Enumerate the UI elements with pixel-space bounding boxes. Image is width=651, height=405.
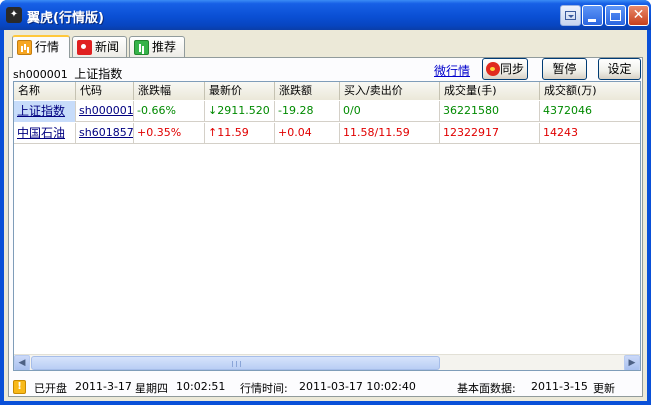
change-pct-cell: +0.35% bbox=[134, 123, 205, 144]
stock-name-cell[interactable]: 上证指数 bbox=[14, 101, 76, 122]
amount-cell: 14243 bbox=[543, 126, 578, 139]
sync-button[interactable]: 同步 bbox=[482, 58, 528, 80]
market-state: 已开盘 bbox=[34, 382, 67, 395]
weibo-quote-link[interactable]: 微行情 bbox=[434, 62, 470, 79]
change-pct-cell: -0.66% bbox=[134, 101, 205, 122]
settings-button[interactable]: 设定 bbox=[598, 58, 641, 80]
scrollbar-thumb[interactable] bbox=[31, 356, 440, 370]
column-header-volume[interactable]: 成交量(手) bbox=[440, 82, 540, 100]
scroll-right-button[interactable]: ▶ bbox=[624, 355, 640, 370]
maximize-icon bbox=[610, 10, 621, 21]
price-value: 2911.520 bbox=[217, 104, 270, 117]
fundamentals-date: 2011-3-15 bbox=[531, 380, 588, 393]
change-cell: +0.04 bbox=[275, 123, 340, 144]
bid-ask-cell: 0/0 bbox=[340, 101, 440, 122]
stock-code-cell[interactable]: sh000001 bbox=[76, 101, 134, 122]
minimize-icon bbox=[588, 19, 596, 22]
price-value: 11.59 bbox=[217, 126, 249, 139]
bid-ask-cell: 11.58/11.59 bbox=[340, 123, 440, 144]
column-header-code[interactable]: 代码 bbox=[76, 82, 134, 100]
quote-time: 2011-03-17 10:02:40 bbox=[299, 380, 416, 393]
news-icon bbox=[77, 40, 92, 55]
market-chart-icon bbox=[17, 40, 32, 55]
quote-time-label: 行情时间: bbox=[240, 382, 288, 395]
close-icon: ✕ bbox=[632, 7, 645, 23]
window-title: 翼虎(行情版) bbox=[27, 11, 104, 26]
column-header-bid-ask[interactable]: 买入/卖出价 bbox=[340, 82, 440, 100]
table-row[interactable]: 上证指数 sh000001 -0.66% ↓2911.520 -19.28 0/… bbox=[14, 101, 640, 122]
stock-name-link[interactable]: 中国石油 bbox=[17, 126, 65, 140]
tab-recommend-label: 推荐 bbox=[152, 40, 177, 54]
status-date: 2011-3-17 bbox=[75, 380, 132, 393]
horizontal-scrollbar[interactable]: ◀ ▶ bbox=[14, 354, 640, 370]
selected-code: sh000001 bbox=[13, 68, 68, 81]
table-row[interactable]: 中国石油 sh601857 +0.35% ↑11.59 +0.04 11.58/… bbox=[14, 123, 640, 144]
close-button[interactable]: ✕ bbox=[628, 5, 649, 26]
selected-name: 上证指数 bbox=[74, 67, 123, 81]
warning-icon: ! bbox=[13, 380, 26, 394]
amount-cell: 4372046 bbox=[543, 104, 592, 117]
stock-name-link[interactable]: 上证指数 bbox=[17, 104, 65, 118]
app-window: ✦ 翼虎(行情版) ✕ 行情 新闻 推荐 sh000001 上证指数 微行情 同… bbox=[0, 0, 651, 405]
arrow-up-icon: ↑ bbox=[208, 126, 218, 139]
stock-code-link[interactable]: sh601857 bbox=[79, 126, 133, 139]
column-header-change-pct[interactable]: 涨跌幅 bbox=[134, 82, 205, 100]
stock-code-link[interactable]: sh000001 bbox=[79, 104, 133, 117]
status-time: 10:02:51 bbox=[176, 380, 226, 393]
selected-stock: sh000001 上证指数 bbox=[13, 65, 122, 82]
tab-news[interactable]: 新闻 bbox=[72, 36, 127, 58]
grip-icon bbox=[232, 361, 241, 367]
tab-market-label: 行情 bbox=[35, 40, 60, 54]
weibo-icon bbox=[486, 62, 500, 76]
stock-code-cell[interactable]: sh601857 bbox=[76, 123, 134, 144]
dropdown-icon bbox=[565, 11, 576, 20]
price-cell: ↓2911.520 bbox=[205, 101, 275, 122]
status-bar: ! 已开盘 2011-3-17 星期四 10:02:51 行情时间: 2011-… bbox=[4, 373, 647, 401]
fundamentals-state: 更新 bbox=[593, 382, 615, 395]
change-cell: -19.28 bbox=[275, 101, 340, 122]
fundamentals-label: 基本面数据: bbox=[457, 382, 516, 395]
price-cell: ↑11.59 bbox=[205, 123, 275, 144]
tab-news-label: 新闻 bbox=[95, 40, 120, 54]
window-menu-button[interactable] bbox=[560, 5, 581, 26]
tab-market[interactable]: 行情 bbox=[12, 35, 70, 58]
client-area: 行情 新闻 推荐 sh000001 上证指数 微行情 同步 暂停 设定 名称 代… bbox=[4, 30, 647, 401]
column-header-amount[interactable]: 成交额(万) bbox=[540, 82, 640, 100]
recommend-icon bbox=[134, 40, 149, 55]
scroll-left-button[interactable]: ◀ bbox=[14, 355, 30, 370]
pause-button[interactable]: 暂停 bbox=[542, 58, 587, 80]
column-header-change[interactable]: 涨跌额 bbox=[275, 82, 340, 100]
quote-table[interactable]: 名称 代码 涨跌幅 最新价 涨跌额 买入/卖出价 成交量(手) 成交额(万) 上… bbox=[13, 81, 641, 371]
column-header-name[interactable]: 名称 bbox=[14, 82, 76, 100]
app-logo-icon: ✦ bbox=[6, 7, 22, 23]
sync-label: 同步 bbox=[499, 62, 524, 76]
status-weekday: 星期四 bbox=[135, 382, 168, 395]
volume-cell: 36221580 bbox=[440, 101, 540, 122]
title-bar[interactable]: ✦ 翼虎(行情版) ✕ bbox=[0, 0, 651, 30]
volume-cell: 12322917 bbox=[440, 123, 540, 144]
maximize-button[interactable] bbox=[605, 5, 626, 26]
arrow-down-icon: ↓ bbox=[208, 104, 218, 117]
column-header-price[interactable]: 最新价 bbox=[205, 82, 275, 100]
tab-recommend[interactable]: 推荐 bbox=[129, 36, 185, 58]
minimize-button[interactable] bbox=[582, 5, 603, 26]
stock-name-cell[interactable]: 中国石油 bbox=[14, 123, 76, 144]
table-header: 名称 代码 涨跌幅 最新价 涨跌额 买入/卖出价 成交量(手) 成交额(万) bbox=[14, 82, 640, 100]
